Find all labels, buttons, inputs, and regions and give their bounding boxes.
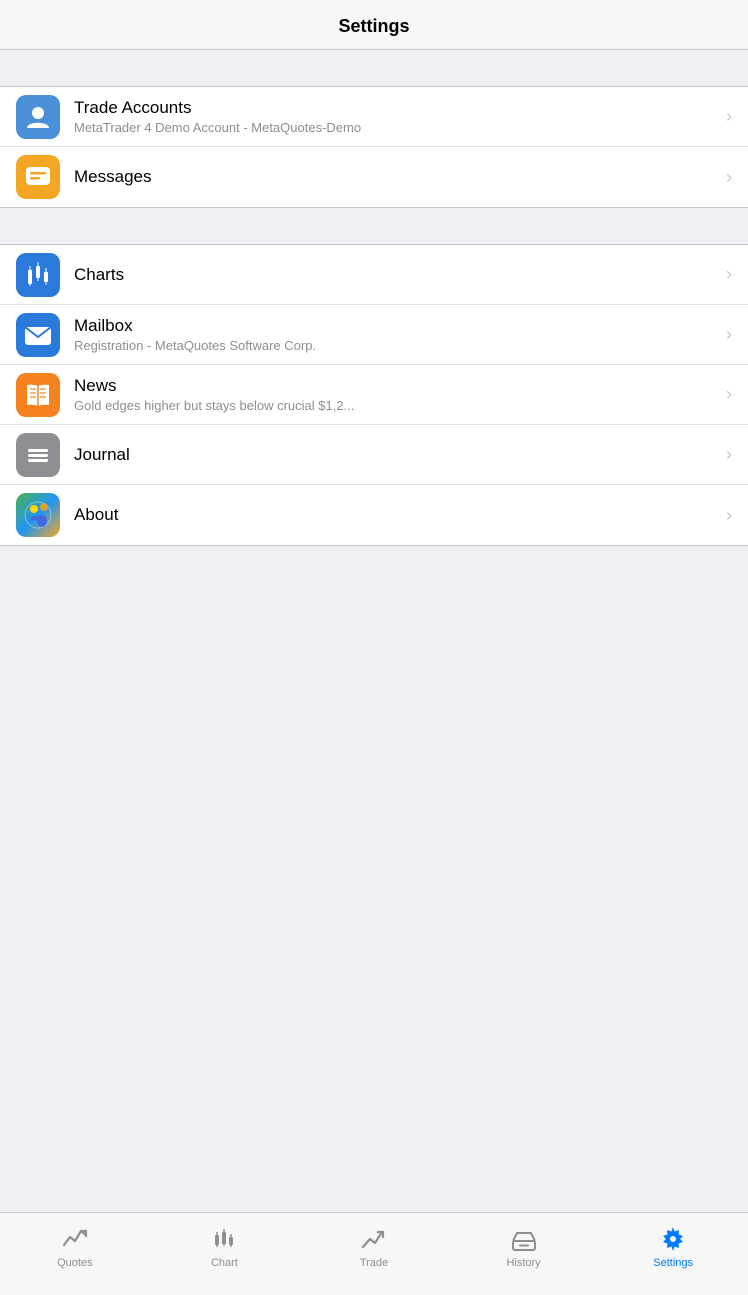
tab-chart[interactable]: Chart [150,1221,300,1273]
mailbox-title: Mailbox [74,316,718,336]
charts-icon [16,253,60,297]
about-text: About [74,505,718,525]
messages-text: Messages [74,167,718,187]
page-title: Settings [338,16,409,36]
trade-accounts-icon [16,95,60,139]
mailbox-chevron: › [726,324,732,345]
charts-chevron: › [726,264,732,285]
charts-text: Charts [74,265,718,285]
journal-chevron: › [726,444,732,465]
tools-section: Charts › Mailbox Registration - MetaQuot… [0,244,748,546]
trade-accounts-chevron: › [726,106,732,127]
trade-tab-icon [360,1225,388,1253]
tab-bar: Quotes Chart Tra [0,1212,748,1295]
news-item[interactable]: News Gold edges higher but stays below c… [0,365,748,425]
tab-history-label: History [506,1257,540,1269]
accounts-section: Trade Accounts MetaTrader 4 Demo Account… [0,86,748,208]
quotes-icon [61,1225,89,1253]
news-chevron: › [726,384,732,405]
history-tab-icon [510,1225,538,1253]
journal-text: Journal [74,445,718,465]
mailbox-icon [16,313,60,357]
content-area [0,546,748,1212]
chart-tab-icon [210,1225,238,1253]
trade-accounts-text: Trade Accounts MetaTrader 4 Demo Account… [74,98,718,135]
journal-item[interactable]: Journal › [0,425,748,485]
news-title: News [74,376,718,396]
charts-title: Charts [74,265,718,285]
about-icon [16,493,60,537]
mailbox-text: Mailbox Registration - MetaQuotes Softwa… [74,316,718,353]
messages-chevron: › [726,167,732,188]
messages-item[interactable]: Messages › [0,147,748,207]
tab-trade[interactable]: Trade [299,1221,449,1273]
mailbox-item[interactable]: Mailbox Registration - MetaQuotes Softwa… [0,305,748,365]
tab-quotes-label: Quotes [57,1257,92,1269]
news-icon [16,373,60,417]
trade-accounts-subtitle: MetaTrader 4 Demo Account - MetaQuotes-D… [74,120,718,135]
about-item[interactable]: About › [0,485,748,545]
trade-accounts-title: Trade Accounts [74,98,718,118]
journal-title: Journal [74,445,718,465]
news-text: News Gold edges higher but stays below c… [74,376,718,413]
tab-settings[interactable]: Settings [598,1221,748,1273]
trade-accounts-item[interactable]: Trade Accounts MetaTrader 4 Demo Account… [0,87,748,147]
tab-quotes[interactable]: Quotes [0,1221,150,1273]
mailbox-subtitle: Registration - MetaQuotes Software Corp. [74,338,718,353]
tab-chart-label: Chart [211,1257,238,1269]
settings-tab-icon [659,1225,687,1253]
messages-icon [16,155,60,199]
tab-settings-label: Settings [653,1257,693,1269]
news-subtitle: Gold edges higher but stays below crucia… [74,398,718,413]
section-gap-top [0,50,748,86]
app-header: Settings [0,0,748,50]
tab-history[interactable]: History [449,1221,599,1273]
about-chevron: › [726,505,732,526]
about-title: About [74,505,718,525]
messages-title: Messages [74,167,718,187]
journal-icon [16,433,60,477]
tab-trade-label: Trade [360,1257,388,1269]
charts-item[interactable]: Charts › [0,245,748,305]
section-gap-middle [0,208,748,244]
